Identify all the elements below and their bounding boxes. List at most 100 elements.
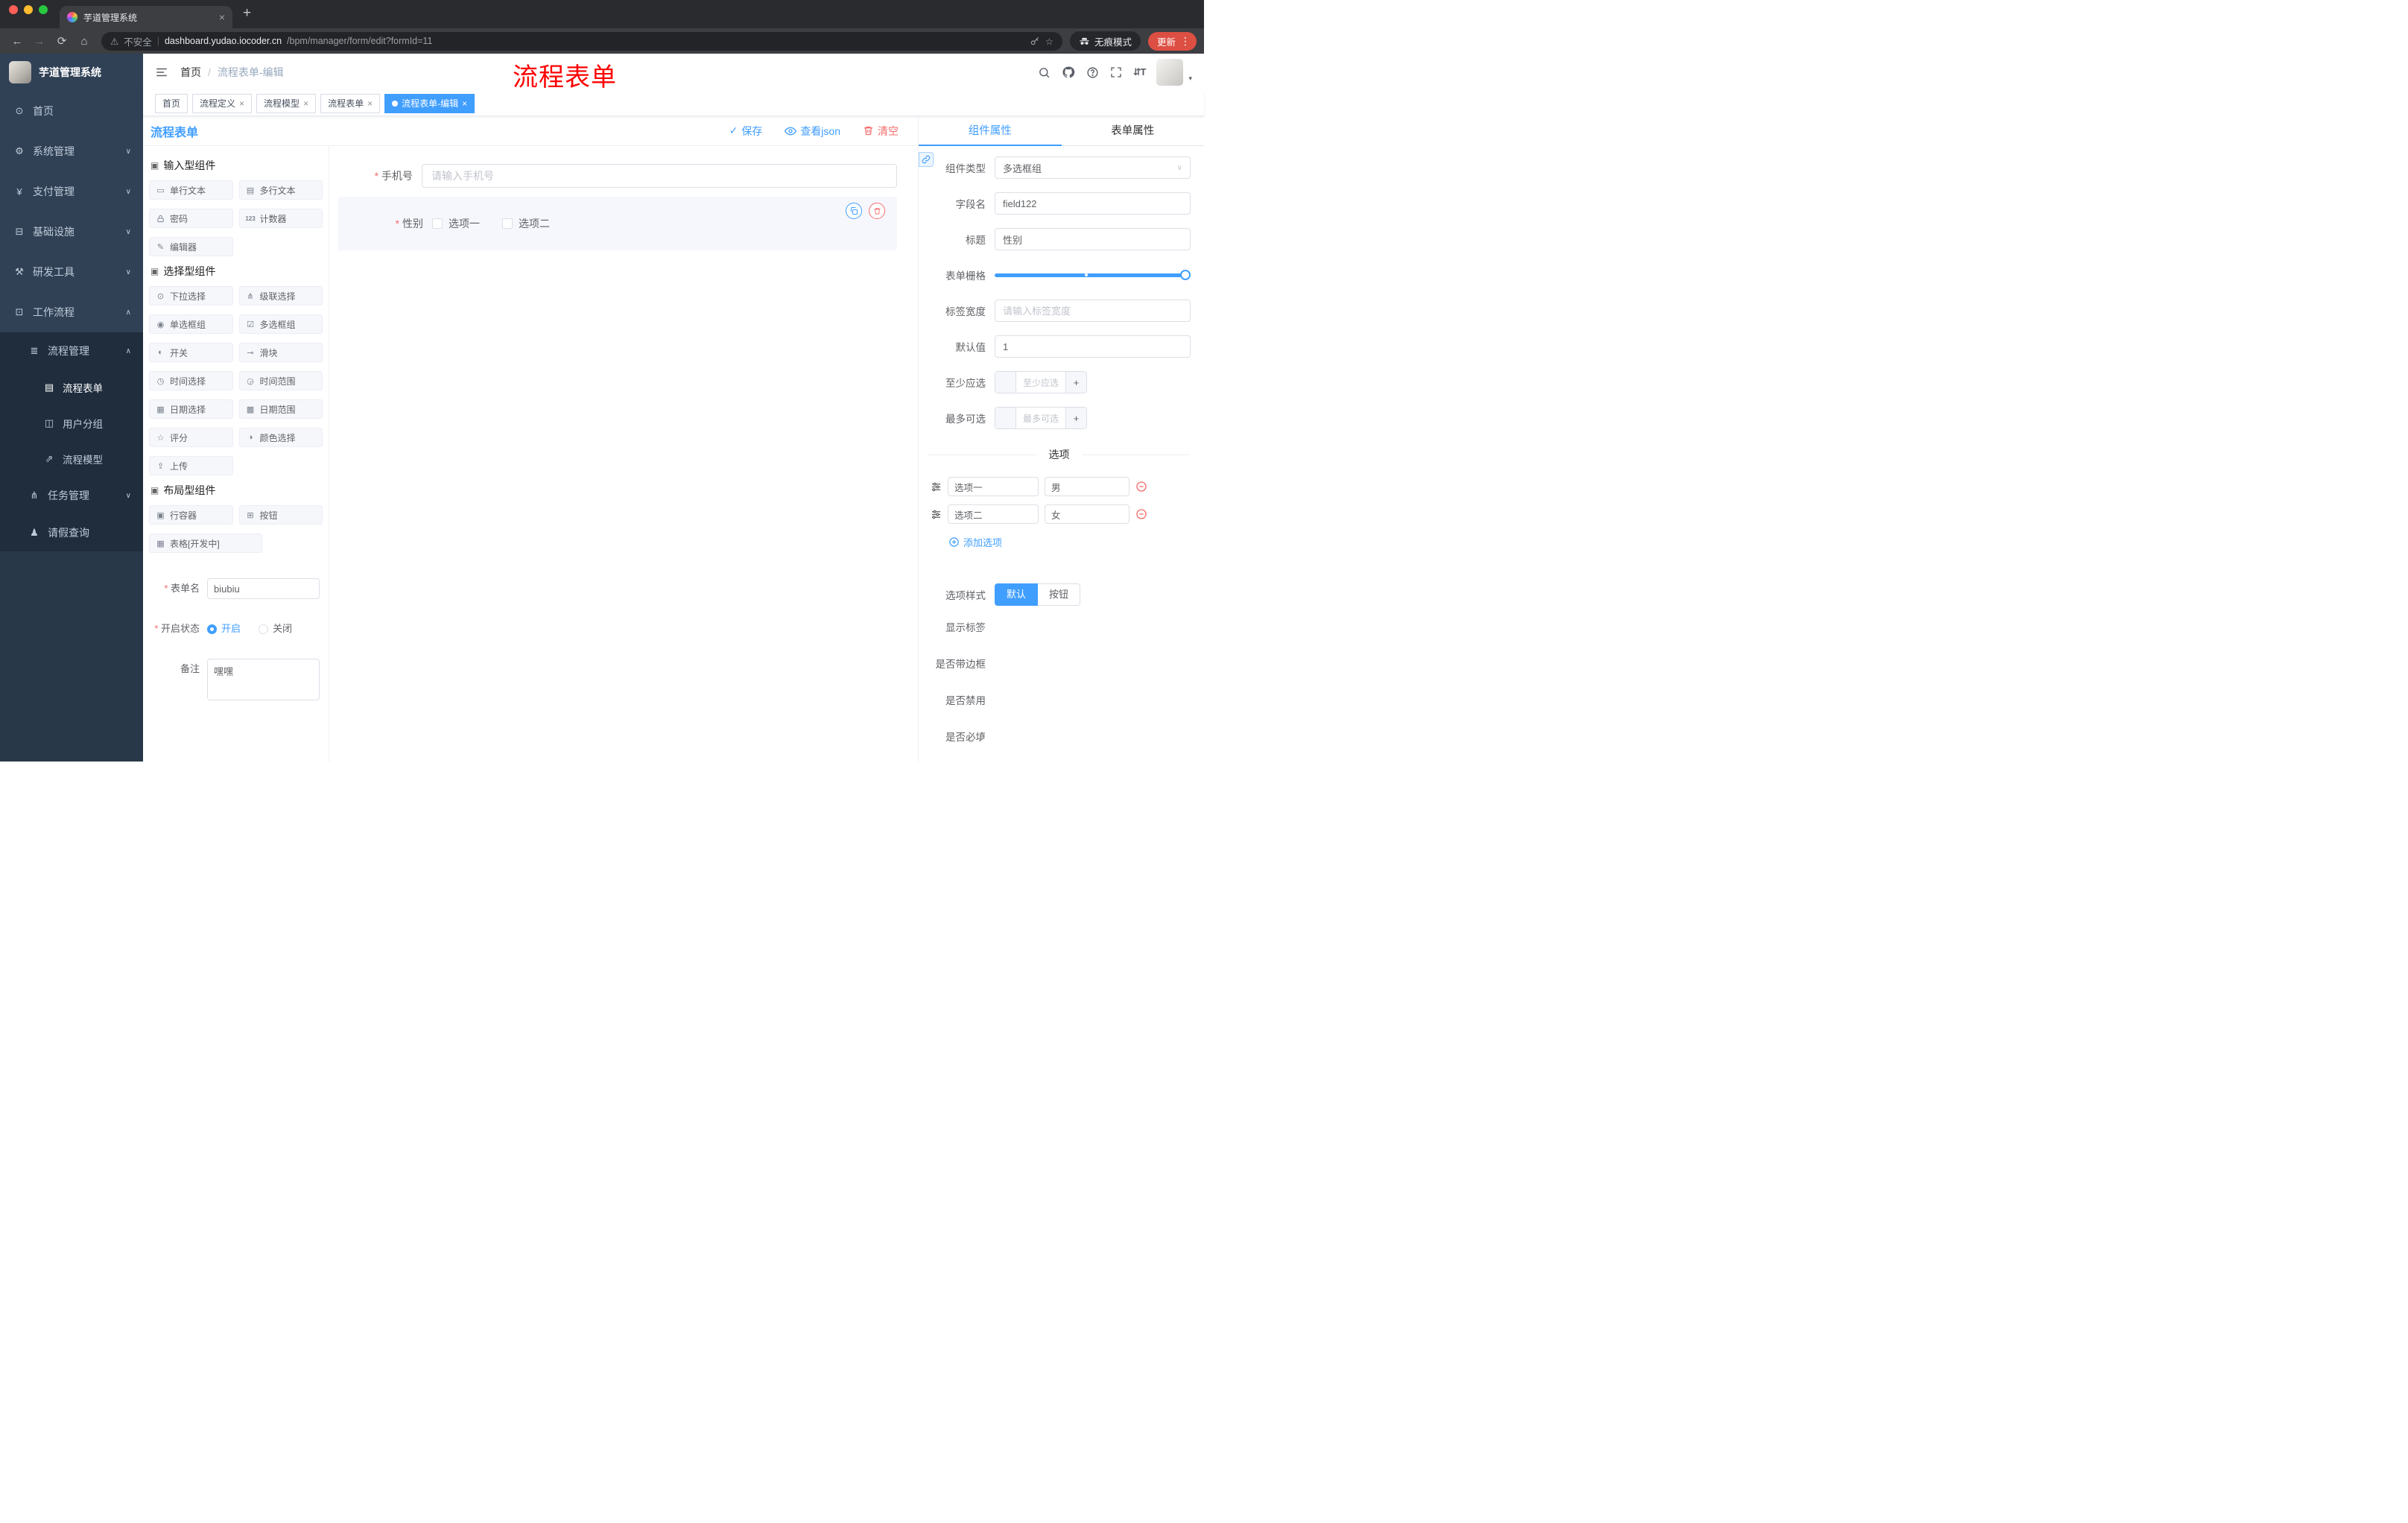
component-chip-single-text[interactable]: ▭ 单行文本 <box>149 180 233 200</box>
new-tab-button[interactable]: + <box>243 5 251 22</box>
search-icon[interactable] <box>1038 66 1051 79</box>
remove-option-button[interactable] <box>1135 481 1147 493</box>
home-button[interactable]: ⌂ <box>75 35 94 48</box>
tag-process-form[interactable]: 流程表单 × <box>320 93 381 113</box>
component-chip-table[interactable]: ▦ 表格[开发中] <box>149 533 262 553</box>
slider-track[interactable] <box>995 270 1191 280</box>
radio-status-on[interactable]: 开启 <box>207 618 241 639</box>
drag-handle-icon[interactable] <box>931 481 942 493</box>
style-default-button[interactable]: 默认 <box>995 583 1039 606</box>
max-select-value[interactable]: 最多可选 <box>1016 408 1065 428</box>
close-window-button[interactable] <box>9 4 18 14</box>
stepper-decrease-button[interactable] <box>995 408 1016 428</box>
sidebar-item-devtools[interactable]: ⚒ 研发工具 ∨ <box>0 252 143 292</box>
tag-close-icon[interactable]: × <box>462 98 467 109</box>
forward-button[interactable]: → <box>30 35 49 48</box>
style-button-button[interactable]: 按钮 <box>1038 583 1081 606</box>
security-warning-icon[interactable]: ⚠ <box>110 36 118 47</box>
browser-tab[interactable]: 芋道管理系统 × <box>60 6 232 28</box>
component-chip-checkbox-group[interactable]: ☑ 多选框组 <box>238 314 323 334</box>
label-width-input[interactable] <box>995 300 1191 322</box>
add-option-button[interactable]: 添加选项 <box>948 535 1191 549</box>
sidebar-item-workflow[interactable]: ⊡ 工作流程 ∧ <box>0 292 143 332</box>
back-button[interactable]: ← <box>7 35 27 48</box>
default-value-input[interactable] <box>995 335 1191 358</box>
tag-process-definition[interactable]: 流程定义 × <box>192 93 253 113</box>
form-name-input[interactable] <box>207 578 320 599</box>
sidebar-item-infra[interactable]: ⊟ 基础设施 ∨ <box>0 212 143 252</box>
component-chip-date-range[interactable]: ▩ 日期范围 <box>238 399 323 419</box>
tag-process-form-edit[interactable]: 流程表单-编辑 × <box>384 93 475 113</box>
fullscreen-icon[interactable] <box>1110 66 1122 78</box>
sidebar-item-payment[interactable]: ¥ 支付管理 ∨ <box>0 171 143 212</box>
tag-close-icon[interactable]: × <box>239 98 244 109</box>
tab-form-props[interactable]: 表单属性 <box>1062 116 1205 145</box>
view-json-button[interactable]: 查看json <box>785 124 840 139</box>
help-icon[interactable] <box>1086 66 1099 79</box>
component-chip-color-picker[interactable]: ◑ 颜色选择 <box>238 428 323 447</box>
zoom-window-button[interactable] <box>39 4 48 14</box>
option-value-input[interactable] <box>1045 477 1129 496</box>
browser-menu-icon[interactable]: ⋮ <box>1180 35 1191 48</box>
sidebar-item-system[interactable]: ⚙ 系统管理 ∨ <box>0 131 143 171</box>
checkbox-option-2[interactable]: 选项二 <box>502 216 550 231</box>
sidebar-item-process-mgmt[interactable]: ≣ 流程管理 ∧ <box>0 332 143 370</box>
tag-process-model[interactable]: 流程模型 × <box>256 93 317 113</box>
title-input[interactable] <box>995 228 1191 250</box>
drag-handle-icon[interactable] <box>931 509 942 520</box>
option-value-input[interactable] <box>1045 504 1129 524</box>
save-button[interactable]: ✓ 保存 <box>729 124 763 139</box>
update-button[interactable]: 更新 ⋮ <box>1147 31 1197 51</box>
field-name-input[interactable] <box>995 192 1191 215</box>
checkbox-option-1[interactable]: 选项一 <box>432 216 480 231</box>
form-remark-textarea[interactable]: 嘿嘿 <box>207 659 320 700</box>
password-key-icon[interactable] <box>1030 36 1040 46</box>
stepper-increase-button[interactable]: + <box>1065 408 1086 428</box>
form-canvas[interactable]: 手机号 <box>329 146 918 762</box>
tag-close-icon[interactable]: × <box>367 98 373 109</box>
clear-button[interactable]: 清空 <box>863 124 899 139</box>
component-chip-select[interactable]: ⊙ 下拉选择 <box>149 286 233 305</box>
checkbox-box[interactable] <box>502 218 513 229</box>
canvas-field-phone[interactable]: 手机号 <box>338 164 897 188</box>
grid-slider[interactable] <box>995 264 1191 286</box>
component-chip-time-picker[interactable]: ◷ 时间选择 <box>149 371 233 390</box>
component-chip-date-picker[interactable]: ▦ 日期选择 <box>149 399 233 419</box>
component-chip-password[interactable]: 密码 <box>149 209 233 228</box>
copy-component-button[interactable] <box>846 203 862 219</box>
slider-handle[interactable] <box>1180 270 1191 280</box>
component-chip-time-range[interactable]: ◶ 时间范围 <box>238 371 323 390</box>
tab-component-props[interactable]: 组件属性 <box>919 116 1062 146</box>
tag-home[interactable]: 首页 <box>155 93 188 113</box>
sidebar-item-home[interactable]: ⊙ 首页 <box>0 91 143 131</box>
minimize-window-button[interactable] <box>24 4 33 14</box>
sidebar-item-user-group[interactable]: ◫ 用户分组 <box>0 405 143 441</box>
sidebar-toggle-button[interactable] <box>155 66 168 79</box>
component-chip-counter[interactable]: 123 计数器 <box>238 209 323 228</box>
stepper-decrease-button[interactable] <box>995 372 1016 393</box>
component-chip-upload[interactable]: ⇪ 上传 <box>149 456 233 475</box>
tab-close-icon[interactable]: × <box>219 11 225 23</box>
component-chip-radio-group[interactable]: ◉ 单选框组 <box>149 314 233 334</box>
component-chip-textarea[interactable]: ▤ 多行文本 <box>238 180 323 200</box>
reload-button[interactable]: ⟳ <box>52 34 72 48</box>
sidebar-item-leave-query[interactable]: ♟ 请假查询 <box>0 514 143 551</box>
component-chip-rate[interactable]: ☆ 评分 <box>149 428 233 447</box>
component-chip-row-container[interactable]: ▣ 行容器 <box>149 505 233 525</box>
stepper-increase-button[interactable]: + <box>1065 372 1086 393</box>
option-label-input[interactable] <box>948 477 1039 496</box>
bookmark-star-icon[interactable]: ☆ <box>1045 36 1054 47</box>
tag-close-icon[interactable]: × <box>303 98 308 109</box>
sidebar-item-process-form[interactable]: ▤ 流程表单 <box>0 370 143 405</box>
remove-option-button[interactable] <box>1135 508 1147 520</box>
sidebar-logo[interactable]: 芋道管理系统 <box>0 54 143 91</box>
component-type-select[interactable]: 多选框组 ∨ <box>995 156 1191 179</box>
radio-status-off[interactable]: 关闭 <box>259 618 292 639</box>
field-link-button[interactable] <box>919 152 934 167</box>
component-chip-editor[interactable]: ✎ 编辑器 <box>149 237 233 256</box>
address-bar[interactable]: ⚠ 不安全 | dashboard.yudao.iocoder.cn/bpm/m… <box>101 31 1062 51</box>
min-select-value[interactable]: 至少应选 <box>1016 372 1065 393</box>
delete-component-button[interactable] <box>869 203 885 219</box>
component-chip-cascader[interactable]: ⋔ 级联选择 <box>238 286 323 305</box>
sidebar-item-process-model[interactable]: ⇗ 流程模型 <box>0 441 143 477</box>
